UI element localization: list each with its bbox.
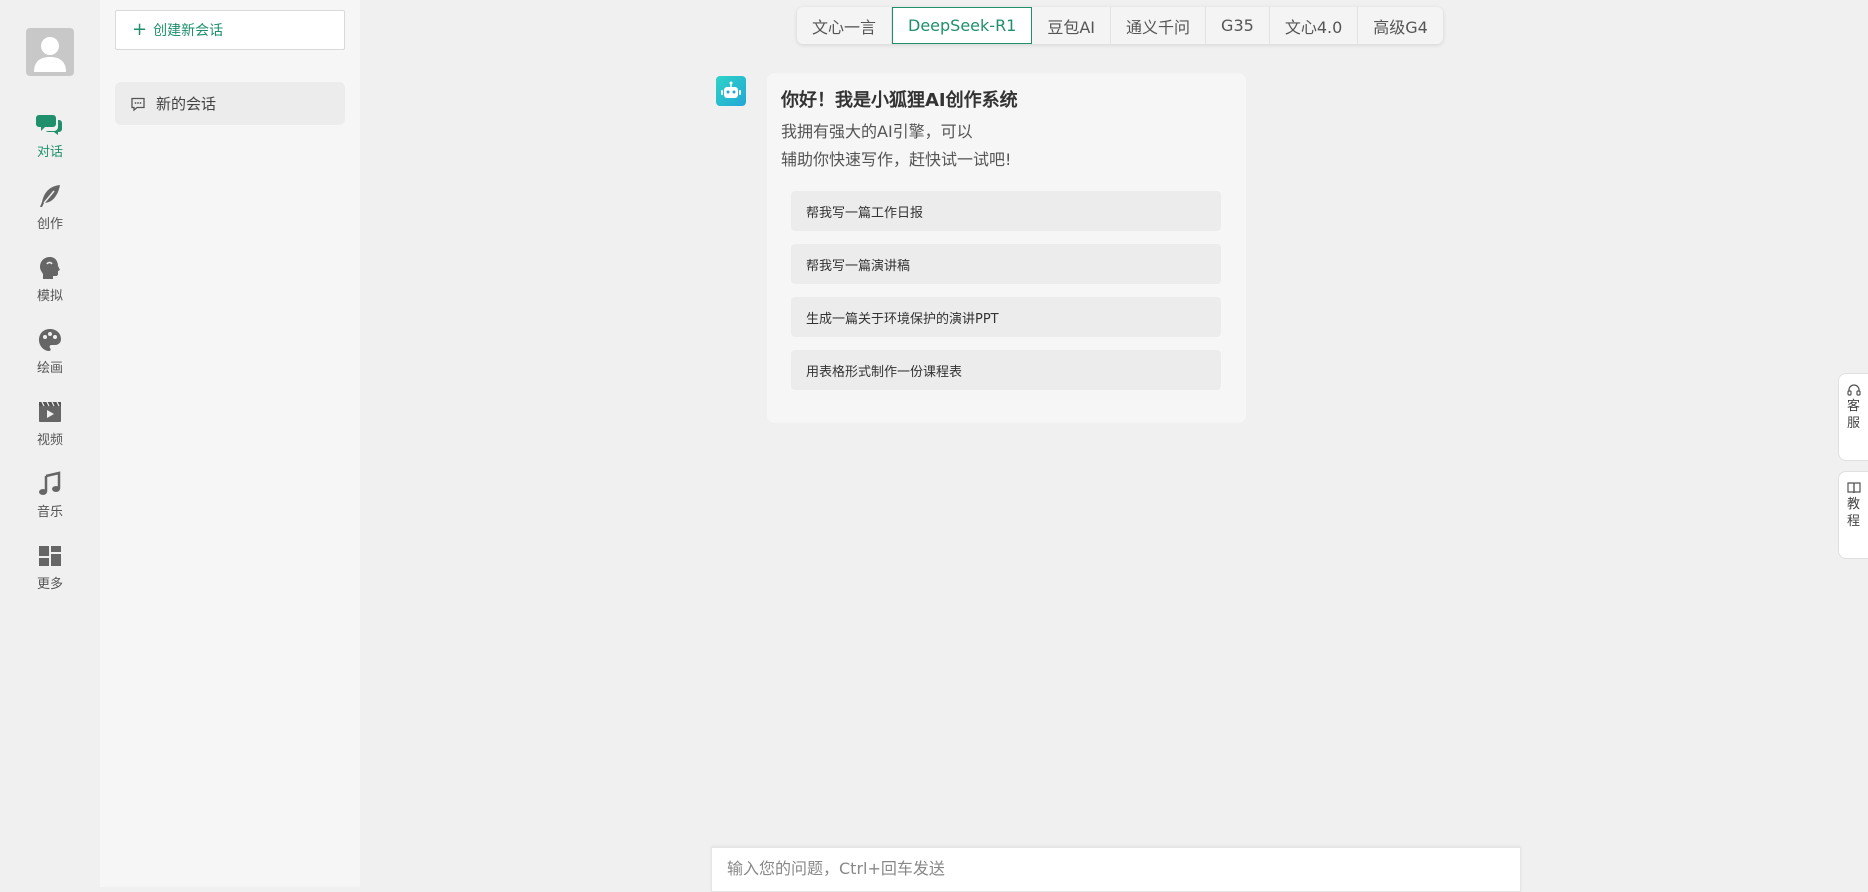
conversation-item-label: 新的会话 <box>156 95 217 113</box>
robot-icon <box>721 81 741 98</box>
tab-label: 高级G4 <box>1373 17 1428 37</box>
rail-item-music[interactable]: 音乐 <box>0 470 100 530</box>
tab-advanced-g4[interactable]: 高级G4 <box>1358 7 1443 44</box>
service-char-1: 客 <box>1846 399 1860 414</box>
service-char-2: 服 <box>1846 416 1860 431</box>
left-nav-rail: 对话 创作 模拟 绘画 视频 音乐 更多 <box>0 0 100 887</box>
greeting-title: 你好！我是小狐狸AI创作系统 <box>781 90 1018 111</box>
message-input-container <box>711 847 1521 892</box>
conversation-item[interactable]: 新的会话 <box>115 82 345 125</box>
tab-tongyi-qianwen[interactable]: 通义千问 <box>1111 7 1207 44</box>
create-conversation-label: 创建新会话 <box>153 23 224 39</box>
rail-item-paint[interactable]: 绘画 <box>0 326 100 386</box>
headset-icon <box>1846 384 1861 396</box>
rail-item-video[interactable]: 视频 <box>0 398 100 458</box>
message-input[interactable] <box>712 848 1520 888</box>
tab-label: G35 <box>1221 16 1254 35</box>
create-conversation-button[interactable]: + 创建新会话 <box>115 10 345 50</box>
palette-icon <box>39 329 61 351</box>
tutorial-char-2: 程 <box>1846 514 1860 529</box>
user-avatar-icon <box>34 37 66 72</box>
model-tabs: 文心一言 DeepSeek-R1 豆包AI 通义千问 G35 文心4.0 高级G… <box>797 7 1443 44</box>
rail-item-label: 模拟 <box>36 289 63 304</box>
rail-item-label: 对话 <box>36 145 63 160</box>
tab-wenxin-yiyan[interactable]: 文心一言 <box>797 7 893 44</box>
rail-item-simulate[interactable]: 模拟 <box>0 254 100 314</box>
suggestion-item[interactable]: 生成一篇关于环境保护的演讲PPT <box>791 297 1221 337</box>
tab-g35[interactable]: G35 <box>1206 7 1270 44</box>
video-play-icon <box>39 401 61 422</box>
bot-avatar <box>716 76 746 106</box>
book-icon <box>1846 482 1861 494</box>
tab-doubao-ai[interactable]: 豆包AI <box>1032 7 1112 44</box>
suggestion-item[interactable]: 帮我写一篇演讲稿 <box>791 244 1221 284</box>
tutorial-button[interactable]: 教 程 <box>1838 471 1868 559</box>
rail-item-label: 更多 <box>36 577 63 592</box>
head-profile-icon <box>40 257 60 279</box>
tab-label: 文心4.0 <box>1284 17 1343 37</box>
message-icon <box>131 97 145 111</box>
rail-item-label: 视频 <box>36 433 63 448</box>
customer-service-button[interactable]: 客 服 <box>1838 373 1868 461</box>
rail-item-chat[interactable]: 对话 <box>0 110 100 170</box>
music-note-icon <box>39 471 61 495</box>
tab-wenxin-4[interactable]: 文心4.0 <box>1270 7 1359 44</box>
conversation-sidebar: + 创建新会话 新的会话 <box>100 0 360 887</box>
user-avatar[interactable] <box>26 28 74 76</box>
tab-label: 文心一言 <box>812 17 877 37</box>
tab-label: 豆包AI <box>1047 17 1096 37</box>
grid-layout-icon <box>39 546 61 566</box>
rail-item-label: 创作 <box>36 217 63 232</box>
feather-icon <box>40 185 60 207</box>
tab-deepseek-r1[interactable]: DeepSeek-R1 <box>892 7 1033 44</box>
rail-item-label: 绘画 <box>36 361 63 376</box>
suggestion-item[interactable]: 用表格形式制作一份课程表 <box>791 350 1221 390</box>
suggestion-item[interactable]: 帮我写一篇工作日报 <box>791 191 1221 231</box>
tab-label: 通义千问 <box>1126 17 1191 37</box>
greeting-line-2: 辅助你快速写作，赶快试一试吧! <box>781 150 1012 169</box>
rail-item-more[interactable]: 更多 <box>0 542 100 602</box>
rail-item-create[interactable]: 创作 <box>0 182 100 242</box>
tutorial-char-1: 教 <box>1846 497 1860 512</box>
tab-label: DeepSeek-R1 <box>908 16 1017 35</box>
chat-bubbles-icon <box>36 115 62 135</box>
greeting-line-1: 我拥有强大的AI引擎，可以 <box>781 122 973 141</box>
rail-item-label: 音乐 <box>36 505 63 520</box>
greeting-card: 你好！我是小狐狸AI创作系统 我拥有强大的AI引擎，可以 辅助你快速写作，赶快试… <box>767 73 1246 423</box>
plus-icon: + <box>132 19 148 40</box>
